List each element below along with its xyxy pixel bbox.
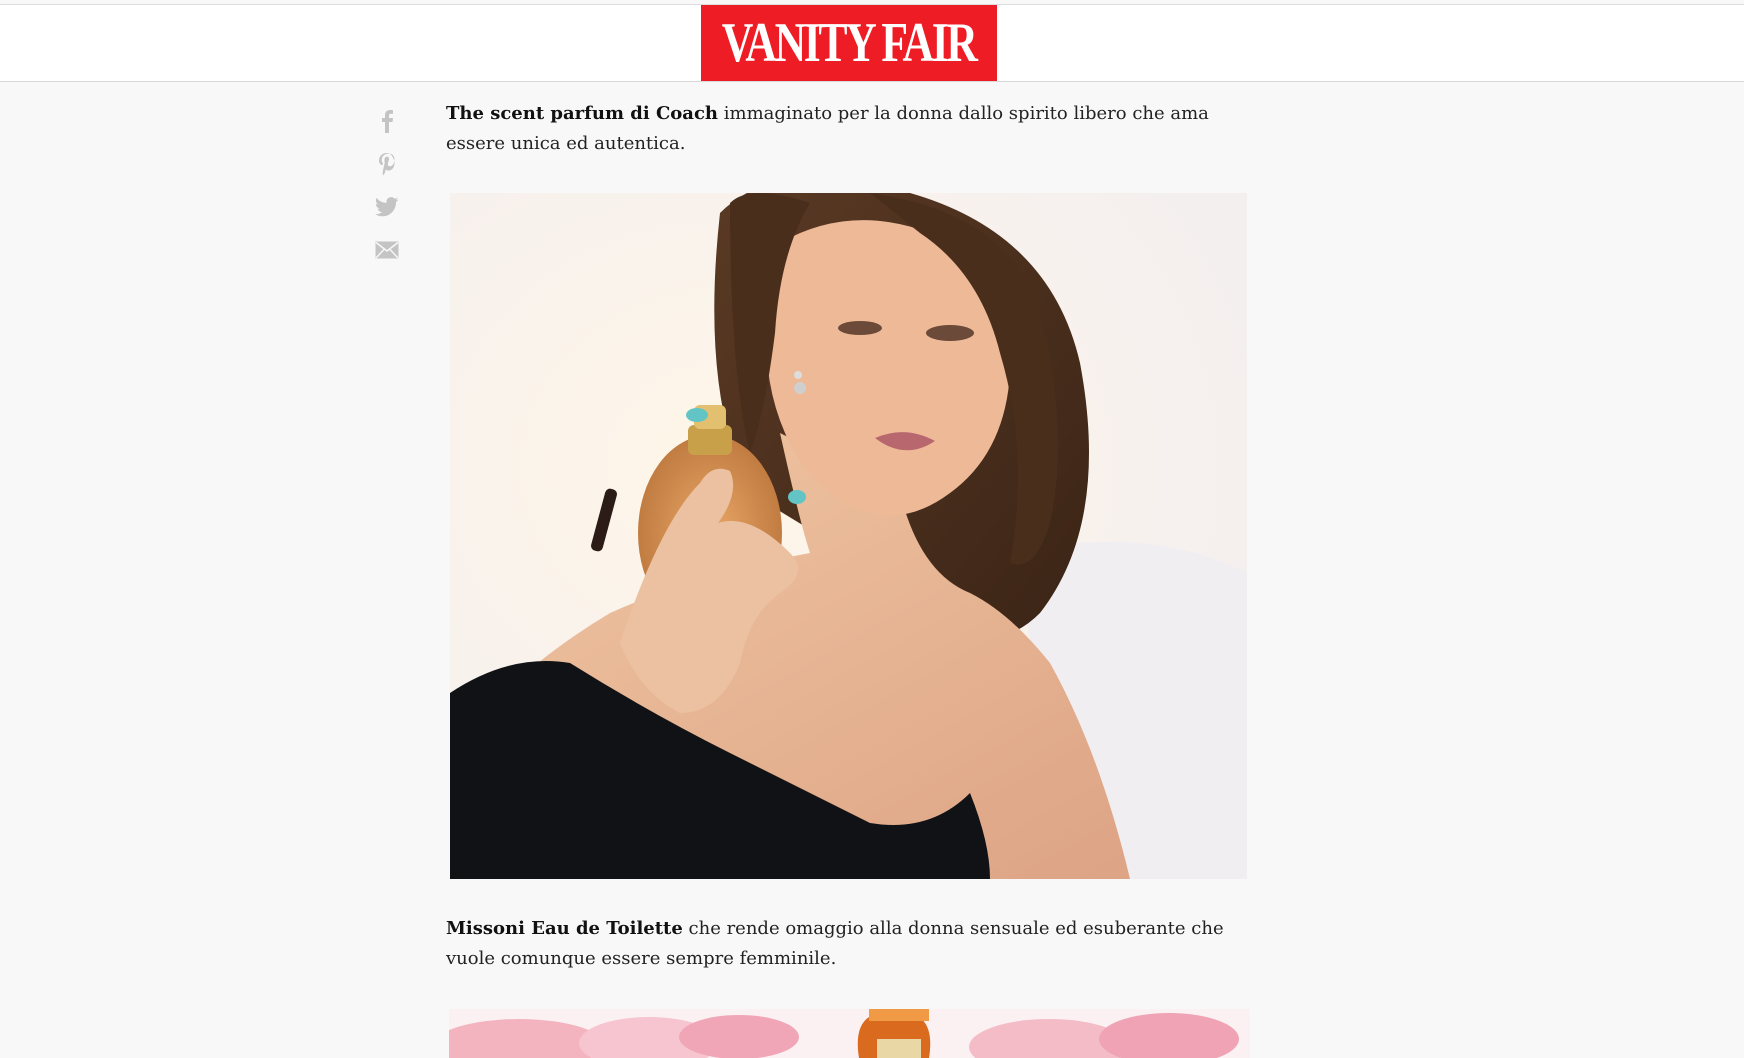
share-email-button[interactable] [372,235,402,265]
facebook-icon [382,110,393,133]
email-icon [375,241,399,259]
photo-illustration [450,193,1247,879]
share-bar [372,106,402,278]
share-pinterest-button[interactable] [372,149,402,179]
logo-text: VANITY FAIR [722,12,978,74]
petals-illustration [449,1009,1250,1058]
product-name-coach: The scent parfum di Coach [446,103,719,124]
site-header: VANITY FAIR [0,5,1744,82]
product-name-missoni: Missoni Eau de Toilette [446,918,683,939]
share-facebook-button[interactable] [372,106,402,136]
article-paragraph-coach: The scent parfum di Coach immaginato per… [446,99,1256,159]
article-photo-missoni-petals [449,1009,1250,1058]
article-paragraph-missoni: Missoni Eau de Toilette che rende omaggi… [446,914,1256,974]
article-photo-woman-perfume [450,193,1247,879]
pinterest-icon [379,153,395,176]
twitter-icon [375,197,399,217]
vanity-fair-logo[interactable]: VANITY FAIR [701,5,997,81]
share-twitter-button[interactable] [372,192,402,222]
